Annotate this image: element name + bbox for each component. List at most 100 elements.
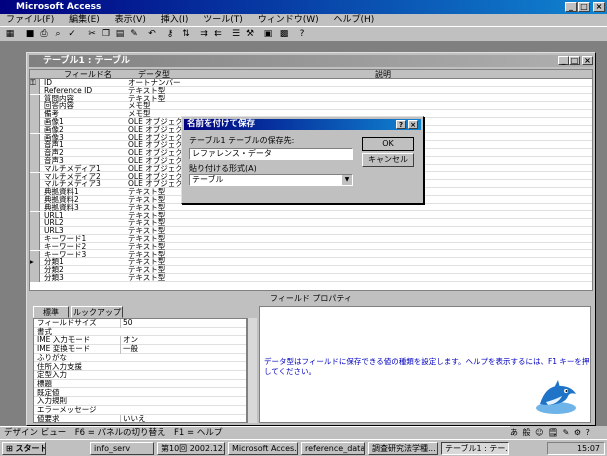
preview-icon[interactable]: ⌕ [52, 29, 64, 40]
property-value[interactable]: 50 [120, 319, 246, 328]
field-row[interactable]: 分類3 テキスト型 [30, 274, 592, 282]
row-selector[interactable] [30, 211, 40, 220]
ok-button[interactable]: OK [362, 137, 414, 151]
cut-icon[interactable]: ✂ [86, 29, 98, 40]
print-icon[interactable]: ⎙ [38, 29, 50, 40]
cancel-button[interactable]: キャンセル [362, 153, 414, 167]
format-select[interactable]: テーブル ▼ [189, 174, 353, 186]
field-row[interactable]: ⚿ ID オートナンバー [30, 79, 592, 87]
undo-icon[interactable]: ↶ [146, 29, 158, 40]
chevron-down-icon[interactable]: ▼ [342, 175, 352, 185]
row-selector[interactable]: ▸ [30, 258, 40, 266]
task-access[interactable]: Microsoft Acces... [228, 442, 298, 455]
property-value[interactable]: オン [120, 336, 246, 345]
field-row[interactable]: 分類2 テキスト型 [30, 266, 592, 274]
task-info-serv[interactable]: info_serv [90, 442, 154, 455]
maximize-button[interactable]: □ [578, 2, 590, 12]
data-type-cell[interactable]: テキスト型 [128, 274, 165, 282]
column-field-name[interactable]: フィールド名 [64, 70, 112, 79]
row-selector[interactable] [30, 227, 40, 235]
build-icon[interactable]: ⚒ [244, 29, 256, 40]
row-selector[interactable] [30, 94, 40, 103]
row-selector[interactable] [30, 102, 40, 110]
field-row[interactable]: URL3 テキスト型 [30, 227, 592, 235]
task-table1[interactable]: テーブル1 : テー... [441, 442, 509, 455]
row-selector[interactable] [30, 149, 40, 157]
property-value[interactable]: いいえ [120, 414, 246, 422]
start-button[interactable]: ⊞ スタート [2, 442, 46, 455]
menu-file[interactable]: ファイル(F) [6, 15, 54, 25]
view-icon[interactable]: ▦ [4, 29, 16, 40]
column-description[interactable]: 説明 [375, 70, 391, 79]
table-name-input[interactable]: レファレンス・データ [189, 148, 353, 160]
close-button[interactable]: × [593, 2, 605, 12]
save-icon[interactable]: ■ [24, 29, 36, 40]
menu-view[interactable]: 表示(V) [115, 15, 146, 25]
property-row[interactable]: 標題 [34, 379, 246, 389]
spell-icon[interactable]: ✓ [66, 29, 78, 40]
row-selector[interactable] [30, 266, 40, 274]
menu-window[interactable]: ウィンドウ(W) [258, 15, 319, 25]
row-selector[interactable] [30, 242, 40, 251]
field-row[interactable]: キーワード3 テキスト型 [30, 251, 592, 259]
table-close-button[interactable]: × [582, 56, 593, 65]
property-row[interactable]: 定型入力 [34, 371, 246, 380]
task-research-doc[interactable]: 調査研究法学種... [368, 442, 438, 455]
table-minimize-button[interactable]: _ [558, 56, 569, 65]
menu-help[interactable]: ヘルプ(H) [334, 15, 375, 25]
tab-general[interactable]: 標準 [33, 306, 69, 318]
row-selector[interactable] [30, 235, 40, 243]
office-assistant-dolphin-icon[interactable] [532, 374, 580, 416]
table-maximize-button[interactable]: □ [569, 56, 580, 65]
row-selector[interactable] [30, 133, 40, 142]
tab-lookup[interactable]: ルックアップ [71, 306, 123, 318]
field-row[interactable]: キーワード2 テキスト型 [30, 242, 592, 251]
database-window-icon[interactable]: ▣ [262, 29, 274, 40]
dialog-help-button[interactable]: ? [396, 120, 406, 129]
properties-icon[interactable]: ☰ [230, 29, 242, 40]
row-selector[interactable] [30, 180, 40, 188]
row-selector[interactable] [30, 86, 40, 95]
menu-tools[interactable]: ツール(T) [203, 15, 243, 25]
row-selector[interactable] [30, 219, 40, 227]
help-icon[interactable]: ? [296, 29, 308, 40]
paste-icon[interactable]: ▤ [114, 29, 126, 40]
field-name-cell[interactable]: 分類3 [44, 274, 64, 282]
property-scrollbar[interactable] [247, 318, 257, 423]
row-selector[interactable] [30, 157, 40, 165]
field-row[interactable]: 回答内容 メモ型 [30, 102, 592, 110]
property-row[interactable]: フィールドサイズ 50 [34, 319, 246, 328]
row-selector[interactable] [30, 164, 40, 173]
primary-key-icon[interactable]: ⚷ [164, 29, 176, 40]
field-row[interactable]: 質問内容 テキスト型 [30, 94, 592, 103]
row-selector[interactable] [30, 203, 40, 212]
row-selector[interactable] [30, 172, 40, 181]
field-row[interactable]: 典拠資料3 テキスト型 [30, 203, 592, 212]
row-selector[interactable] [30, 110, 40, 118]
index-icon[interactable]: ⇅ [180, 29, 192, 40]
copy-icon[interactable]: ❐ [100, 29, 112, 40]
new-object-icon[interactable]: ▩ [278, 29, 290, 40]
field-row[interactable]: Reference ID テキスト型 [30, 86, 592, 95]
property-value[interactable]: 一般 [120, 345, 246, 354]
row-selector[interactable] [30, 274, 40, 282]
row-selector[interactable]: ⚿ [30, 79, 40, 87]
insert-row-icon[interactable]: ⇉ [198, 29, 210, 40]
row-selector[interactable] [30, 196, 40, 204]
field-row[interactable]: URL1 テキスト型 [30, 211, 592, 220]
task-reference-data[interactable]: reference_data_e... [301, 442, 365, 455]
row-selector[interactable] [30, 125, 40, 134]
row-selector[interactable] [30, 141, 40, 149]
task-word-doc[interactable]: 第10回 2002.12.3... [157, 442, 225, 455]
ime-toolbar[interactable]: あ 般 ☺ 🗒 ✎ ⚙ ? [510, 426, 607, 439]
dialog-close-button[interactable]: × [408, 120, 418, 129]
menu-insert[interactable]: 挿入(I) [161, 15, 189, 25]
field-row[interactable]: URL2 テキスト型 [30, 219, 592, 227]
minimize-button[interactable]: _ [565, 2, 577, 12]
format-painter-icon[interactable]: ✎ [128, 29, 140, 40]
menu-edit[interactable]: 編集(E) [69, 15, 100, 25]
field-row[interactable]: キーワード1 テキスト型 [30, 235, 592, 243]
property-row[interactable]: 値要求 いいえ [34, 414, 246, 422]
delete-row-icon[interactable]: ⇇ [212, 29, 224, 40]
field-row[interactable]: ▸ 分類1 テキスト型 [30, 258, 592, 266]
